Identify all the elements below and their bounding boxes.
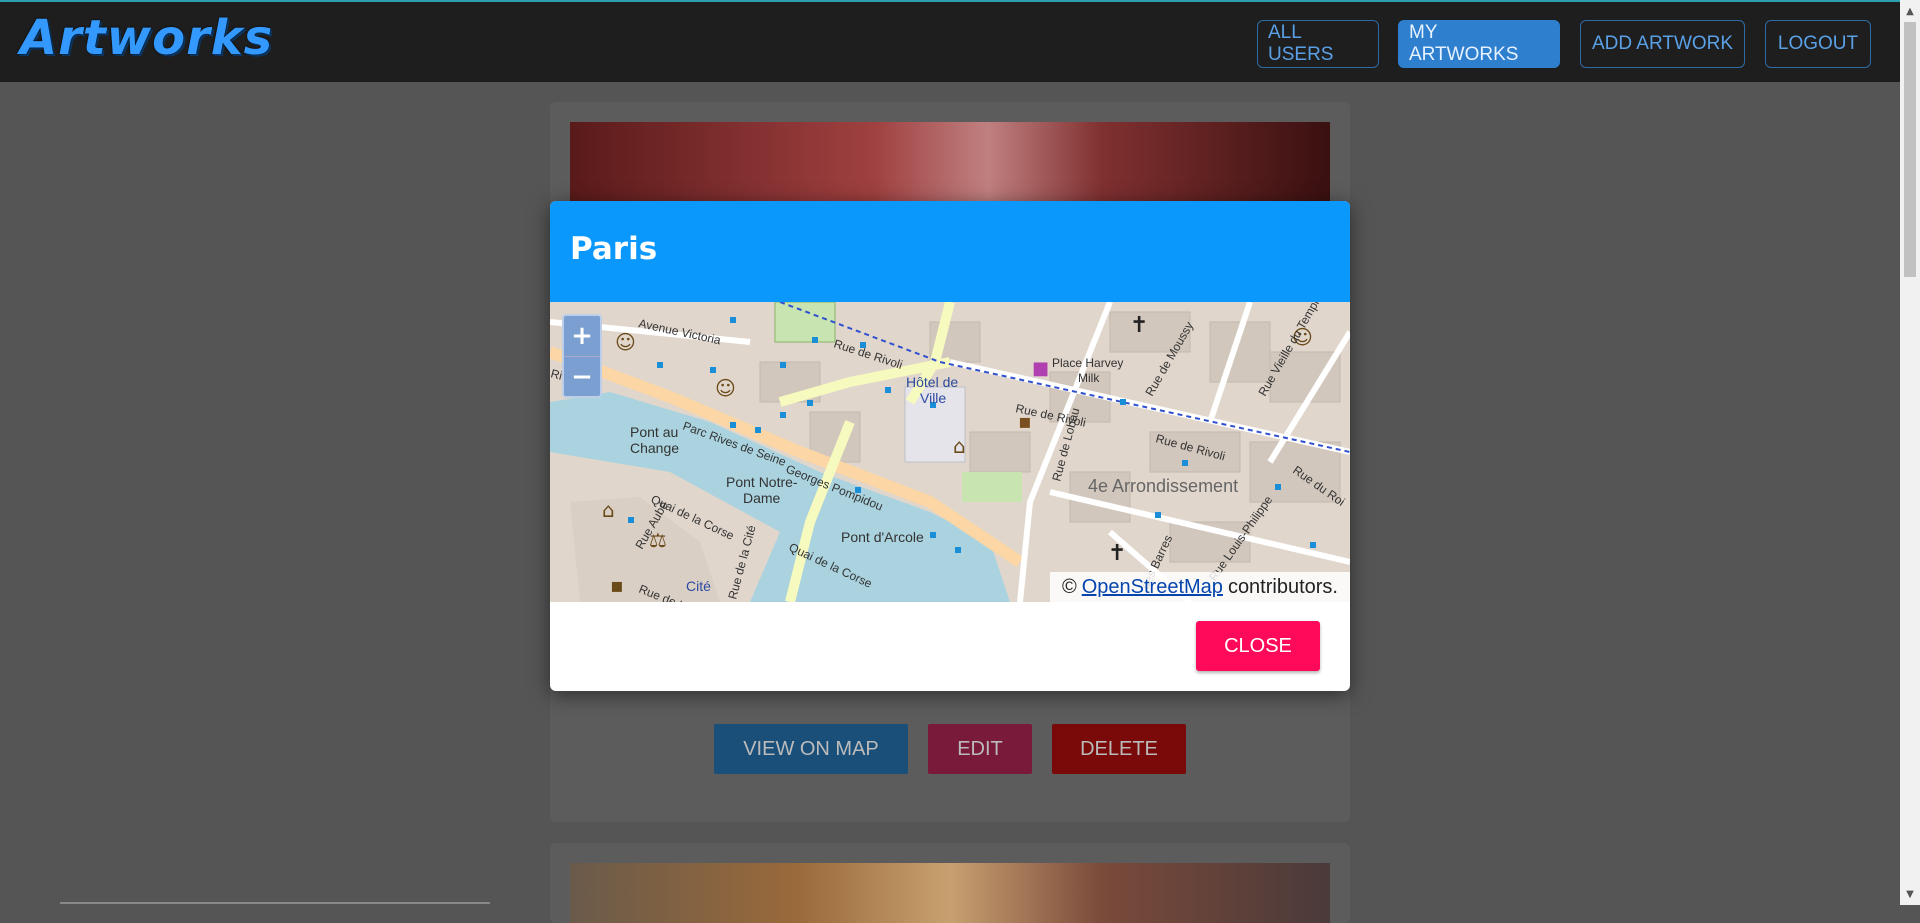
svg-text:Pont au: Pont au [630,424,678,440]
scroll-down-arrow-icon[interactable]: ▼ [1900,885,1920,905]
map-modal: Paris ☺ ☺ ☺ ⌂ ⚖ ⌂ ▪ ▪ ✝ ✝ ■ Avenue Victo… [550,201,1350,691]
svg-text:⌂: ⌂ [602,498,615,522]
svg-text:✝: ✝ [1130,313,1148,338]
openstreetmap-link[interactable]: OpenStreetMap [1082,576,1223,599]
svg-text:4e Arrondissement: 4e Arrondissement [1088,476,1238,496]
nav-logout-button[interactable]: LOGOUT [1765,20,1871,68]
close-button[interactable]: CLOSE [1196,621,1320,671]
svg-text:Place Harvey: Place Harvey [1052,356,1123,370]
svg-text:Milk: Milk [1078,371,1100,385]
map-tiles[interactable]: ☺ ☺ ☺ ⌂ ⚖ ⌂ ▪ ▪ ✝ ✝ ■ Avenue Victoria Ru… [550,302,1350,602]
svg-text:⌂: ⌂ [953,434,966,458]
svg-text:☺: ☺ [615,330,636,354]
map-attribution: © OpenStreetMap contributors. [1049,572,1350,602]
edit-button[interactable]: EDIT [928,724,1032,774]
svg-text:Hôtel de: Hôtel de [906,374,958,390]
modal-header: Paris [550,201,1350,302]
modal-title: Paris [570,231,658,267]
svg-text:▪: ▪ [610,573,624,597]
artwork-card [550,843,1350,923]
svg-text:☺: ☺ [715,376,736,400]
brand-logo[interactable]: Artworks [20,10,273,66]
map-zoom-control: + − [562,314,602,398]
svg-text:Dame: Dame [743,490,781,506]
artwork-image [570,122,1330,202]
nav-all-users-button[interactable]: ALL USERS [1257,20,1379,68]
scrollbar-thumb[interactable] [1904,22,1916,277]
svg-text:✝: ✝ [1108,541,1126,566]
attribution-suffix: contributors. [1227,575,1338,598]
zoom-in-button[interactable]: + [564,316,600,357]
svg-text:Change: Change [630,440,679,456]
scroll-up-arrow-icon[interactable]: ▲ [1900,2,1920,22]
svg-text:Cité: Cité [686,578,711,594]
svg-text:Pont d'Arcole: Pont d'Arcole [841,529,924,545]
vertical-scrollbar[interactable]: ▲ ▼ [1900,0,1920,905]
view-on-map-button[interactable]: VIEW ON MAP [714,724,908,774]
navbar: Artworks ALL USERS MY ARTWORKS ADD ARTWO… [0,0,1900,82]
svg-text:■: ■ [1032,358,1049,379]
horizontal-scroll-indicator [60,902,490,904]
copyright-symbol: © [1061,575,1077,598]
svg-text:Pont Notre-: Pont Notre- [726,474,798,490]
nav-add-artwork-button[interactable]: ADD ARTWORK [1580,20,1745,68]
zoom-out-button[interactable]: − [564,357,600,397]
svg-text:Ville: Ville [920,390,946,406]
artwork-image [570,863,1330,923]
nav-my-artworks-button[interactable]: MY ARTWORKS [1398,20,1560,68]
map-view[interactable]: ☺ ☺ ☺ ⌂ ⚖ ⌂ ▪ ▪ ✝ ✝ ■ Avenue Victoria Ru… [550,302,1350,602]
delete-button[interactable]: DELETE [1052,724,1186,774]
